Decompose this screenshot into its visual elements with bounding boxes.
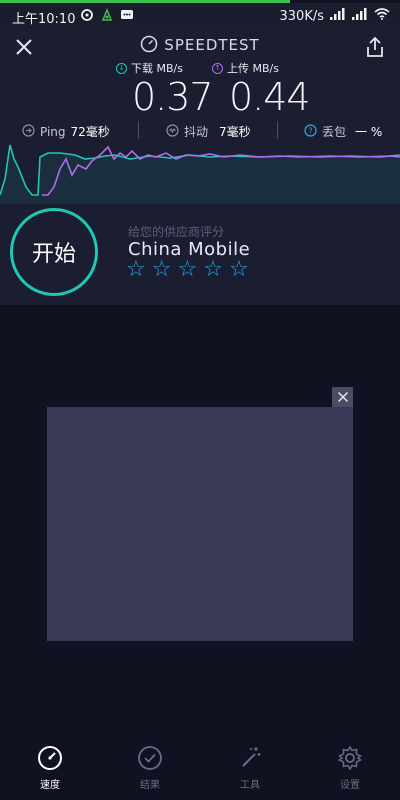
wifi-icon	[374, 8, 390, 24]
share-icon	[367, 36, 383, 57]
download-value: 0.37	[132, 75, 214, 119]
download-graph-fill	[0, 145, 400, 204]
share-button[interactable]	[364, 35, 386, 59]
download-arrow-icon: ↓	[116, 62, 127, 74]
ping-icon	[22, 123, 35, 140]
start-button[interactable]: 开始	[10, 208, 98, 296]
tab-settings[interactable]: 设置	[310, 744, 390, 791]
metric-divider	[138, 121, 139, 139]
brand-label: SPEEDTEST	[164, 36, 260, 54]
packet-loss-metric: ? 丢包 一 %	[304, 123, 382, 140]
speedtest-logo-icon	[140, 35, 158, 57]
ping-value: 72毫秒	[70, 125, 110, 139]
status-bar: 上午10:10 330K/s	[0, 3, 400, 29]
star-icon[interactable]: ☆	[229, 259, 249, 281]
upload-value: 0.44	[229, 75, 311, 119]
star-icon[interactable]: ☆	[177, 259, 197, 281]
star-icon[interactable]: ☆	[126, 259, 146, 281]
result-panel: SPEEDTEST ↓ 下载 MB/s ↑ 上传 MB/s 0.37 0.44 …	[0, 29, 400, 305]
download-label-text: 下载 MB/s	[131, 62, 183, 75]
rating-stars: ☆ ☆ ☆ ☆ ☆	[126, 259, 249, 281]
download-label: ↓ 下载 MB/s	[116, 60, 183, 76]
tab-tools[interactable]: 工具	[210, 744, 290, 791]
message-icon	[120, 8, 134, 26]
network-speed: 330K/s	[279, 8, 325, 24]
rate-provider-prompt: 给您的供应商评分	[128, 225, 225, 239]
jitter-label: 抖动	[184, 125, 209, 139]
app-notification-icon	[100, 7, 114, 26]
help-icon[interactable]: ?	[304, 123, 317, 140]
speed-gauge-icon	[10, 744, 90, 772]
ping-label: Ping	[40, 124, 66, 139]
tab-tools-label: 工具	[240, 780, 260, 791]
checkmark-circle-icon	[110, 744, 190, 772]
brand-title: SPEEDTEST	[0, 35, 400, 57]
status-notification-icons	[80, 7, 134, 26]
signal-icon-2	[352, 8, 368, 24]
ad-banner[interactable]	[47, 407, 353, 641]
tab-speed[interactable]: 速度	[10, 744, 90, 791]
metrics-row: Ping 72毫秒 抖动 7毫秒 ? 丢包 一 %	[0, 121, 400, 141]
metric-divider	[277, 121, 278, 139]
tab-results-label: 结果	[140, 780, 160, 791]
star-icon[interactable]: ☆	[203, 259, 223, 281]
ping-metric: Ping 72毫秒	[22, 123, 110, 140]
svg-text:?: ?	[308, 126, 312, 135]
bottom-nav: 速度 结果 工具 设置	[0, 744, 400, 800]
status-right-group: 330K/s	[280, 8, 391, 24]
gear-icon	[310, 744, 390, 772]
star-icon[interactable]: ☆	[152, 259, 172, 281]
signal-icon	[330, 8, 346, 24]
close-icon	[337, 391, 348, 403]
tab-results[interactable]: 结果	[110, 744, 190, 791]
upload-label: ↑ 上传 MB/s	[212, 60, 279, 76]
upload-label-text: 上传 MB/s	[227, 62, 279, 75]
status-time: 上午10:10	[12, 12, 76, 27]
magic-wand-icon	[210, 744, 290, 772]
loss-value: 一 %	[355, 125, 383, 139]
upload-arrow-icon: ↑	[212, 62, 223, 74]
speed-graph	[0, 144, 400, 204]
sync-icon	[80, 8, 94, 26]
tab-settings-label: 设置	[340, 780, 360, 791]
jitter-value: 7毫秒	[219, 125, 251, 139]
jitter-icon	[166, 123, 179, 140]
ad-close-button[interactable]	[332, 387, 353, 407]
loss-label: 丢包	[322, 125, 347, 139]
tab-speed-label: 速度	[40, 780, 60, 791]
jitter-metric: 抖动 7毫秒	[166, 123, 251, 140]
